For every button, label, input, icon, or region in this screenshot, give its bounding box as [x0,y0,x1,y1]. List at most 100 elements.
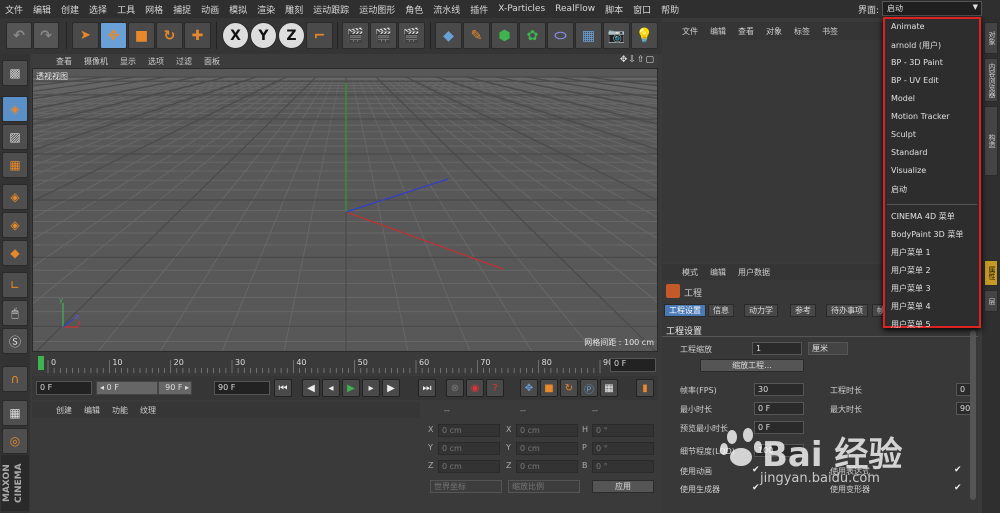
object-menu-item[interactable]: 对象 [760,26,788,37]
object-menu-item[interactable]: 文件 [676,26,704,37]
menu-item[interactable]: 文件 [0,3,28,16]
pla-key-button[interactable]: ▦ [600,379,618,397]
live-selection-button[interactable]: ✚ [184,22,211,49]
viewport-menu-item[interactable]: 显示 [114,56,142,67]
menu-item[interactable]: 渲染 [252,3,280,16]
fps-field[interactable]: 30 [754,383,804,396]
menu-item[interactable]: 雕刻 [280,3,308,16]
range-start-slider[interactable]: ◂ 0 F [96,381,158,395]
menu-item[interactable]: 脚本 [600,3,628,16]
timeline[interactable]: 0 10 20 30 40 50 60 70 80 90 [32,354,658,374]
material-menu-item[interactable]: 功能 [106,405,134,416]
menu-item[interactable]: 流水线 [428,3,465,16]
model-mode-button[interactable]: ◈ [2,96,28,122]
side-tab[interactable]: 层 [984,290,998,312]
viewport-menu-item[interactable]: 面板 [198,56,226,67]
menu-item[interactable]: RealFlow [550,4,600,14]
coord-rotation-field[interactable]: 0 ° [592,442,654,455]
scale-tool-button[interactable]: ■ [128,22,155,49]
attr-tab[interactable]: 待办事项 [826,304,868,317]
coord-position-field[interactable]: 0 cm [438,460,500,473]
interface-option[interactable]: BP - 3D Paint [891,58,943,67]
coord-rotation-field[interactable]: 0 ° [592,460,654,473]
interface-option[interactable]: 用户菜单 3 [891,283,931,294]
viewport-nav-icons[interactable]: ✥⇩⇧▢ [620,55,655,65]
camera-button[interactable]: 📷 [603,22,630,49]
autokey-button[interactable]: ? [486,379,504,397]
magnet-button[interactable]: ∩ [2,366,28,392]
menu-item[interactable]: 创建 [56,3,84,16]
interface-select[interactable]: 启动 ▼ [882,1,982,16]
floor-button[interactable]: ▦ [575,22,602,49]
coord-size-field[interactable]: 0 cm [516,424,578,437]
points-mode-button[interactable]: ◈ [2,184,28,210]
menu-item[interactable]: 窗口 [628,3,656,16]
menu-item[interactable]: 网格 [140,3,168,16]
coord-size-field[interactable]: 0 cm [516,442,578,455]
side-tab[interactable]: 属性 [984,260,998,286]
cube-button[interactable]: ◆ [435,22,462,49]
coord-position-field[interactable]: 0 cm [438,442,500,455]
play-button[interactable]: ▶ [342,379,360,397]
menu-item[interactable]: X-Particles [493,4,550,14]
menu-item[interactable]: 编辑 [28,3,56,16]
undo-button[interactable]: ↶ [6,22,32,49]
start-frame-field[interactable]: 0 F [36,381,92,395]
scale-value-field[interactable]: 1 [752,342,802,355]
prev-frame-button[interactable]: ◂ [322,379,340,397]
interface-option[interactable]: Standard [891,148,927,157]
interface-option[interactable]: Model [891,94,915,103]
goto-start-button[interactable]: ⏮ [274,379,292,397]
apply-button[interactable]: 应用 [592,480,654,493]
workplane-mode-button[interactable]: ▦ [2,152,28,178]
object-menu-item[interactable]: 编辑 [704,26,732,37]
deformer-button[interactable]: ⬭ [547,22,574,49]
viewport-menu-item[interactable]: 选项 [142,56,170,67]
menu-item[interactable]: 帮助 [656,3,684,16]
subdivision-button[interactable]: ⬢ [491,22,518,49]
light-button[interactable]: 💡 [631,22,658,49]
side-tab[interactable]: 构造 [984,106,998,176]
axis-z-button[interactable]: Z [278,22,305,49]
scale-project-button[interactable]: 缩放工程... [700,359,804,372]
attr-tab[interactable]: 信息 [708,304,734,317]
select-tool-button[interactable]: ➤ [72,22,99,49]
move-tool-button[interactable]: ✥ [100,22,127,49]
attr-tab[interactable]: 工程设置 [664,304,706,317]
menu-item[interactable]: 动画 [196,3,224,16]
menu-item[interactable]: 角色 [400,3,428,16]
scale-key-button[interactable]: ■ [540,379,558,397]
attr-menu-item[interactable]: 模式 [676,267,704,278]
coord-position-field[interactable]: 0 cm [438,424,500,437]
next-frame-button[interactable]: ▸ [362,379,380,397]
menu-item[interactable]: 运动跟踪 [308,3,354,16]
pen-button[interactable]: ✎ [463,22,490,49]
viewport-menu-item[interactable]: 查看 [50,56,78,67]
material-menu-item[interactable]: 编辑 [78,405,106,416]
interface-option[interactable]: arnold (用户) [891,40,941,51]
axis-x-button[interactable]: X [222,22,249,49]
menu-item[interactable]: 插件 [465,3,493,16]
material-menu-item[interactable]: 纹理 [134,405,162,416]
interface-option[interactable]: Sculpt [891,130,916,139]
scale-unit-select[interactable]: 厘米 [808,342,848,355]
end-frame-field[interactable]: 90 F [214,381,270,395]
interface-option[interactable]: BP - UV Edit [891,76,939,85]
viewport-menu-item[interactable]: 过滤 [170,56,198,67]
interface-option[interactable]: Motion Tracker [891,112,950,121]
menu-item[interactable]: 捕捉 [168,3,196,16]
snap-button[interactable]: Ⓢ [2,328,28,354]
cloner-button[interactable]: ✿ [519,22,546,49]
solo-button[interactable]: ◎ [2,428,28,454]
interface-option[interactable]: Animate [891,22,925,31]
edges-mode-button[interactable]: ◈ [2,212,28,238]
timeline-playhead[interactable] [38,356,44,370]
interface-option[interactable]: 用户菜单 4 [891,301,931,312]
object-menu-item[interactable]: 查看 [732,26,760,37]
menu-item[interactable]: 模拟 [224,3,252,16]
viewport-menu-item[interactable]: 摄像机 [78,56,114,67]
world-coords-select[interactable]: 世界坐标 [430,480,502,493]
attr-menu-item[interactable]: 用户数据 [732,267,776,278]
param-key-button[interactable]: Ⓟ [580,379,598,397]
coord-size-field[interactable]: 0 cm [516,460,578,473]
